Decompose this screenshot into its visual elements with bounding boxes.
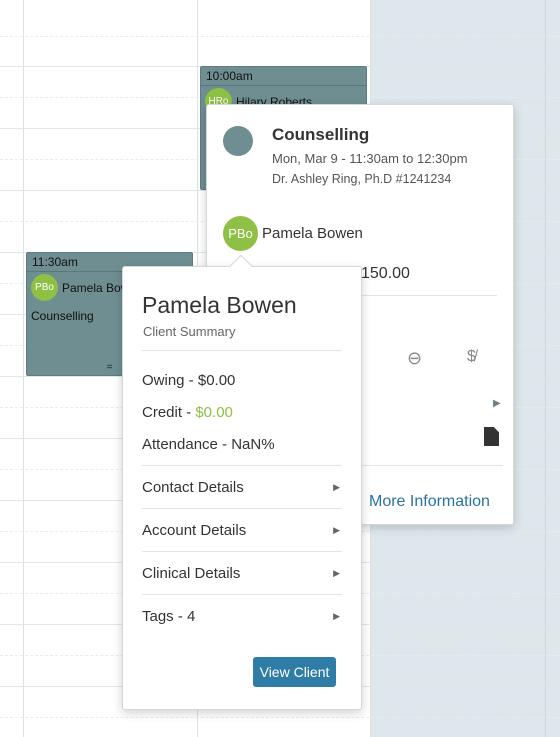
section-label: Account Details — [142, 521, 247, 539]
credit-label: Credit - — [142, 404, 196, 421]
section-label: Tags - 4 — [142, 607, 196, 625]
appointment-title: Counselling — [272, 125, 370, 144]
contact-details-row[interactable]: Contact Details ▶ — [142, 465, 342, 508]
client-name: Pamela Bowen — [262, 225, 363, 242]
status-dot-icon — [223, 126, 253, 156]
appointment-price: 150.00 — [361, 265, 410, 282]
client-avatar: PBo — [31, 274, 58, 301]
caret-right-icon: ▶ — [333, 610, 340, 621]
account-details-row[interactable]: Account Details ▶ — [142, 508, 342, 551]
client-summary-popover: Pamela Bowen Client Summary Owing - $0.0… — [122, 254, 362, 710]
owing-amount: Owing - $0.00 — [142, 372, 236, 389]
section-label: Contact Details — [142, 478, 244, 496]
client-name-heading: Pamela Bowen — [142, 292, 297, 318]
credit-amount: Credit - $0.00 — [142, 404, 233, 421]
client-summary-subtitle: Client Summary — [143, 324, 236, 339]
caret-right-icon: ▶ — [333, 524, 340, 535]
clinical-details-row[interactable]: Clinical Details ▶ — [142, 551, 342, 594]
attendance-rate: Attendance - NaN% — [142, 436, 275, 453]
divider — [142, 350, 342, 351]
resize-handle[interactable]: = — [107, 362, 113, 373]
divider — [359, 465, 503, 466]
grid-column — [0, 0, 24, 737]
caret-right-icon: ▶ — [333, 567, 340, 578]
tags-row[interactable]: Tags - 4 ▶ — [142, 594, 342, 637]
divider — [359, 295, 497, 296]
more-information-link[interactable]: More Information — [369, 493, 490, 511]
grid-line — [0, 36, 560, 37]
client-avatar: PBo — [223, 216, 258, 251]
shaded-column-edge — [545, 0, 560, 737]
document-icon[interactable] — [484, 427, 499, 446]
appointment-datetime: Mon, Mar 9 - 11:30am to 12:30pm — [272, 151, 468, 166]
caret-right-icon[interactable]: ▶ — [493, 398, 501, 409]
grid-line — [0, 717, 560, 718]
caret-right-icon: ▶ — [333, 481, 340, 492]
no-charge-icon[interactable]: $̸ — [467, 348, 476, 366]
cancel-icon[interactable]: ⊖ — [407, 348, 422, 369]
appointment-client-link[interactable]: PBo Pamela Bowen — [223, 216, 363, 251]
credit-value: $0.00 — [195, 404, 233, 421]
view-client-button[interactable]: View Client — [253, 657, 336, 687]
section-label: Clinical Details — [142, 564, 241, 582]
appointment-provider: Dr. Ashley Ring, Ph.D #1241234 — [272, 172, 452, 186]
appointment-time: 10:00am — [201, 67, 366, 86]
